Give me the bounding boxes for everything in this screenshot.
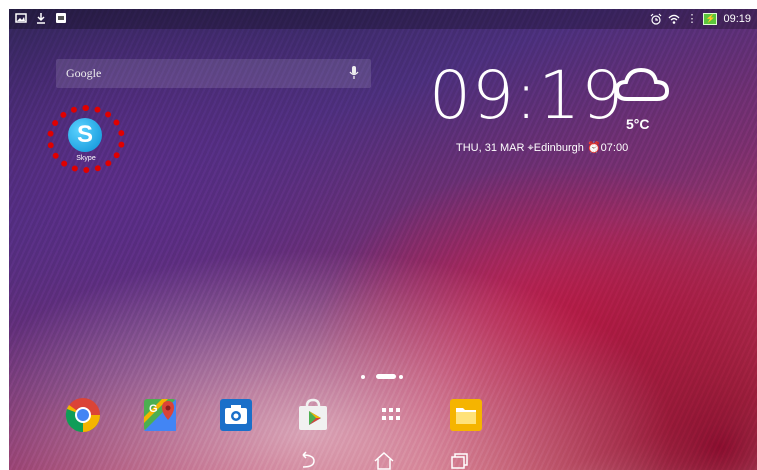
location: Edinburgh — [533, 142, 584, 154]
chrome-icon[interactable] — [65, 397, 101, 433]
skype-icon[interactable]: S — [68, 118, 102, 152]
play-store-icon[interactable] — [295, 397, 331, 433]
alarm-icon: ⏰ — [586, 142, 601, 154]
status-bar[interactable]: ⋮ ⚡ 09:19 — [9, 9, 757, 29]
date: THU, 31 MAR — [456, 142, 525, 154]
clock-time[interactable]: 09:19 — [429, 57, 624, 134]
app-drawer-icon[interactable] — [373, 397, 409, 433]
file-manager-icon[interactable] — [448, 397, 484, 433]
temperature: 5°C — [626, 116, 650, 132]
gallery-icon — [15, 13, 27, 23]
skype-app[interactable]: S Skype — [47, 105, 127, 177]
date-line: THU, 31 MAR ⌖Edinburgh ⏰07:00 — [456, 141, 628, 155]
search-label: Google — [66, 66, 102, 80]
download-icon — [37, 13, 45, 24]
notification-icon — [56, 13, 66, 23]
camera-icon[interactable] — [218, 397, 254, 433]
status-time: 09:19 — [723, 12, 751, 25]
alarm-time: 07:00 — [600, 142, 629, 154]
recent-apps-icon[interactable] — [447, 449, 471, 470]
wifi-icon — [669, 14, 680, 24]
home-screen: ⋮ ⚡ 09:19 Google S Skype 09:19 5°C THU, … — [9, 9, 757, 470]
mic-icon[interactable] — [347, 65, 361, 81]
maps-icon[interactable]: G — [142, 397, 178, 433]
home-icon[interactable] — [372, 449, 396, 470]
back-icon[interactable] — [295, 449, 319, 470]
cloud-icon — [615, 67, 669, 101]
google-search-bar[interactable]: Google — [56, 59, 371, 88]
battery-charging-icon: ⚡ — [703, 12, 718, 25]
svg-text:G: G — [149, 403, 158, 415]
dock: G — [65, 397, 495, 437]
navigation-bar — [289, 449, 469, 470]
page-indicator — [361, 373, 411, 379]
dots-icon: ⋮ — [686, 13, 698, 25]
skype-label: Skype — [76, 155, 96, 162]
alarm-icon — [651, 13, 662, 25]
